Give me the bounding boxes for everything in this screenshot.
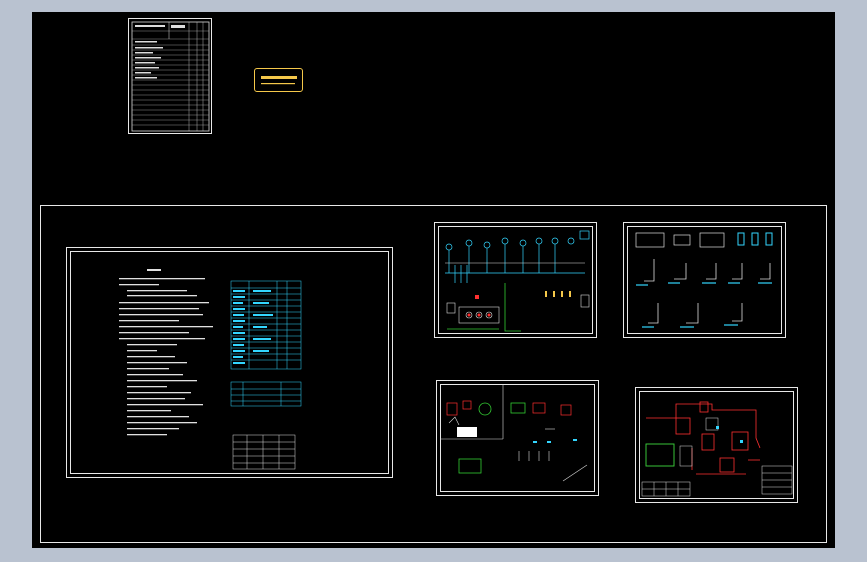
title-label[interactable] — [254, 68, 303, 92]
floor-plan-content — [641, 401, 793, 497]
riser-diagram-sheet[interactable] — [623, 222, 786, 338]
equipment-room-sheet[interactable] — [436, 380, 599, 496]
design-notes-sheet[interactable] — [66, 247, 393, 478]
riser-diagram-content — [635, 232, 773, 328]
system-diagram-content — [445, 230, 590, 332]
equipment-room-content — [440, 384, 588, 482]
design-notes-content — [119, 269, 302, 470]
floor-plan-sheet[interactable] — [635, 387, 798, 503]
drawing-index-table — [131, 21, 210, 132]
title-label-graphic — [261, 76, 297, 85]
cad-model-space[interactable] — [32, 12, 835, 548]
drawing-index-sheet[interactable] — [128, 18, 212, 134]
system-diagram-sheet[interactable] — [434, 222, 597, 338]
